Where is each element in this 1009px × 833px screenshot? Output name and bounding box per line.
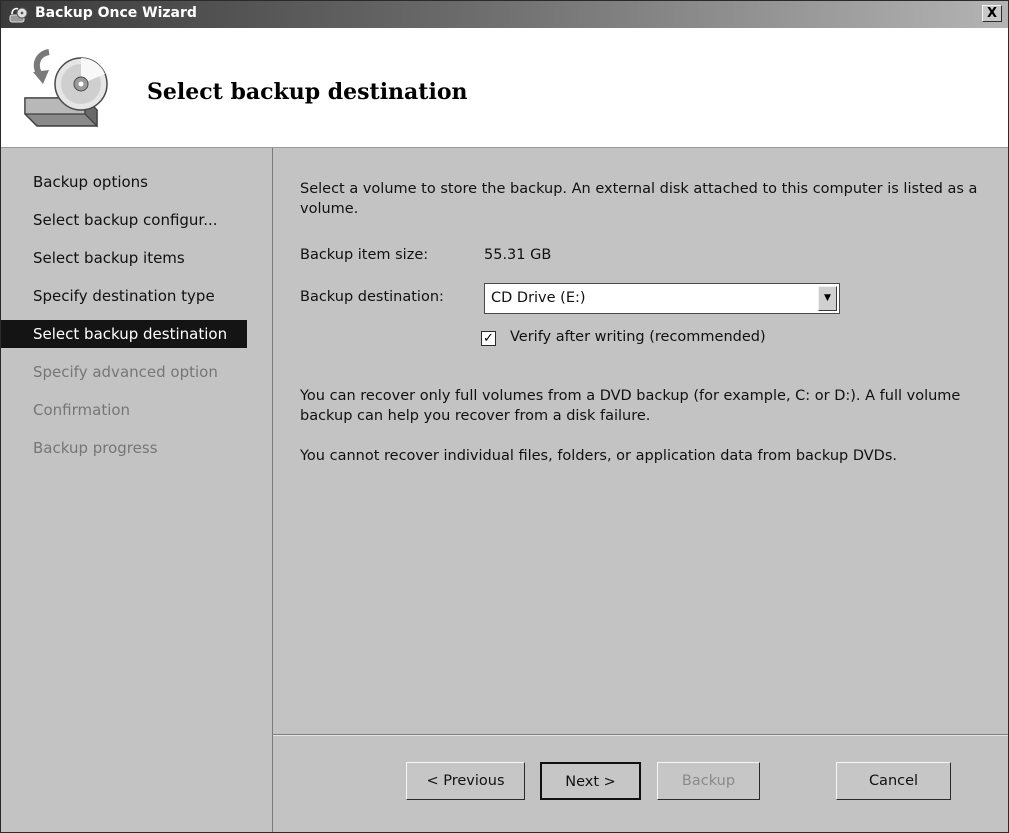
dvd-restriction-note: You cannot recover individual files, fol… [300,448,898,464]
cancel-button[interactable]: Cancel [836,762,951,800]
wizard-steps-nav: Backup options Select backup configur...… [1,148,273,832]
title-bar[interactable]: Backup Once Wizard X [1,1,1008,28]
intro-text: Select a volume to store the backup. An … [300,181,978,217]
previous-button[interactable]: < Previous [406,762,525,800]
dvd-recovery-note: You can recover only full volumes from a… [300,388,961,424]
wizard-header: Select backup destination [1,28,1008,148]
step-confirmation: Confirmation [33,401,131,419]
backup-button: Backup [657,762,760,800]
step-select-backup-configuration[interactable]: Select backup configur... [1,206,261,234]
destination-select[interactable]: CD Drive (E:) ▼ [484,283,840,314]
step-specify-destination-type[interactable]: Specify destination type [1,282,261,310]
item-size-value: 55.31 GB [484,247,552,263]
item-size-label: Backup item size: [300,247,429,263]
page-title: Select backup destination [147,79,468,105]
button-divider [273,734,1008,735]
destination-select-value: CD Drive (E:) [491,290,586,306]
chevron-down-icon[interactable]: ▼ [818,286,837,311]
backup-wizard-icon [9,7,28,23]
step-select-backup-items[interactable]: Select backup items [1,244,261,272]
window-title: Backup Once Wizard [35,5,197,21]
close-button[interactable]: X [982,5,1002,22]
verify-checkbox[interactable]: ✓ [481,331,496,346]
step-specify-advanced-option: Specify advanced option [33,363,218,381]
step-select-backup-destination[interactable]: Select backup destination [1,320,247,348]
verify-checkbox-label[interactable]: Verify after writing (recommended) [510,329,766,345]
step-backup-options[interactable]: Backup options [1,168,261,196]
wizard-content: Select a volume to store the backup. An … [273,148,1008,832]
wizard-window: Backup Once Wizard X Select backup desti… [0,0,1009,833]
next-button[interactable]: Next > [540,762,641,800]
step-backup-progress: Backup progress [33,439,158,457]
backup-disk-icon [24,49,108,128]
destination-label: Backup destination: [300,289,444,305]
